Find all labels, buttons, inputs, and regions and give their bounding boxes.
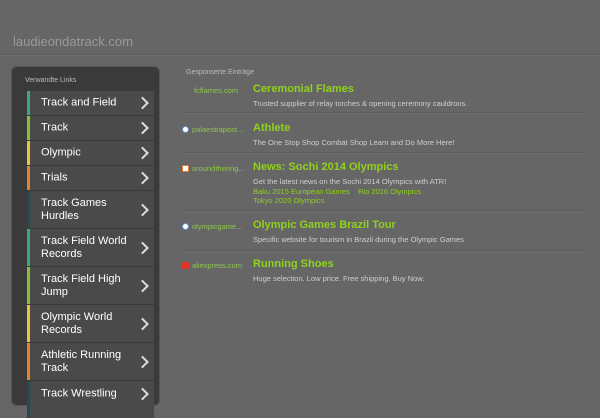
globe-icon (182, 126, 189, 133)
entry-description: Trusted supplier of relay torches & open… (253, 99, 468, 108)
aliexpress-icon (182, 262, 189, 269)
chevron-right-icon (136, 317, 149, 330)
sidebar-item-label: Athletic Running Track (41, 348, 122, 374)
related-links-sidebar: Verwandte Links Track and Field Track Ol… (11, 66, 160, 418)
header: laudieondatrack.com (0, 0, 600, 55)
rss-icon (182, 165, 189, 172)
sidebar-item-label: Trials (41, 171, 68, 184)
chevron-right-icon (136, 387, 149, 401)
sidebar-item-athletic-running-track[interactable]: Athletic Running Track (27, 343, 154, 380)
chevron-right-icon (136, 241, 149, 254)
entry-source[interactable]: palaestrapost... (182, 125, 243, 134)
sidebar-item-track[interactable]: Track (27, 116, 154, 140)
entry-title-link[interactable]: Olympic Games Brazil Tour (253, 219, 396, 231)
entry-sublinks: Baku 2015 European Games Rio 2016 Olympi… (253, 187, 421, 205)
entry-description: Get the latest news on the Sochi 2014 Ol… (253, 177, 447, 186)
sidebar-item-track-field-high-jump[interactable]: Track Field High Jump (27, 267, 154, 304)
sidebar-item-olympic-world-records[interactable]: Olympic World Records (27, 305, 154, 342)
chevron-right-icon (136, 96, 149, 110)
entry-source[interactable]: olympicgame... (182, 222, 242, 231)
sidebar-item-label: Track Games Hurdles (41, 196, 107, 222)
sublink-tokyo-2020[interactable]: Tokyo 2020 Olympics (253, 196, 324, 205)
sponsored-entry: palaestrapost... Athlete The One Stop Sh… (182, 122, 586, 153)
sidebar-item-label: Olympic (41, 146, 81, 159)
entry-description: Huge selection. Low price. Free shipping… (253, 274, 425, 283)
sidebar-item-trials[interactable]: Trials (27, 166, 154, 190)
sublink-baku-2015[interactable]: Baku 2015 European Games (253, 187, 350, 196)
entry-source-label: fcflames.com (194, 86, 239, 95)
entry-source[interactable]: aliexpress.com (182, 261, 242, 270)
site-name[interactable]: laudieondatrack.com (13, 34, 133, 49)
sponsored-entry: aliexpress.com Running Shoes Huge select… (182, 258, 586, 289)
sidebar-item-label: Olympic World Records (41, 310, 113, 336)
sidebar-item-label: Track Wrestling (41, 387, 117, 400)
chevron-right-icon (136, 279, 149, 292)
chevron-right-icon (136, 121, 149, 135)
sponsored-entry: olympicgame... Olympic Games Brazil Tour… (182, 219, 586, 251)
sidebar-item-track-games-hurdles[interactable]: Track Games Hurdles (27, 191, 154, 228)
entry-title-link[interactable]: Ceremonial Flames (253, 83, 354, 95)
sidebar-item-label: Track and Field (41, 96, 117, 109)
sponsored-entries-title: Gesponserte Einträge (186, 69, 255, 76)
entry-description: Specific website for tourism in Brazil d… (253, 235, 464, 244)
entry-title-link[interactable]: Running Shoes (253, 258, 334, 270)
entry-description: The One Stop Shop Combat Shop Learn and … (253, 138, 455, 147)
entry-source-label: aliexpress.com (192, 261, 243, 270)
entry-source-label: aroundthering... (192, 164, 245, 173)
globe-icon (182, 223, 189, 230)
sponsored-entry: aroundthering... News: Sochi 2014 Olympi… (182, 161, 586, 211)
sidebar-item-label: Track Field World Records (41, 234, 127, 260)
entry-source[interactable]: fcflames.com (194, 86, 238, 95)
sidebar-item-label: Track (41, 121, 69, 134)
chevron-right-icon (136, 146, 149, 160)
entry-source[interactable]: aroundthering... (182, 164, 245, 173)
sponsored-entry: fcflames.com Ceremonial Flames Trusted s… (182, 83, 586, 113)
chevron-right-icon (136, 355, 149, 368)
sublink-rio-2016[interactable]: Rio 2016 Olympics (358, 187, 421, 196)
sidebar-title: Verwandte Links (25, 77, 77, 84)
entry-source-label: olympicgame... (192, 222, 243, 231)
entry-source-label: palaestrapost... (192, 125, 244, 134)
chevron-right-icon (136, 203, 149, 216)
sidebar-item-label: Track Field High Jump (41, 272, 121, 298)
entry-title-link[interactable]: Athlete (253, 122, 290, 134)
sidebar-item-olympic[interactable]: Olympic (27, 141, 154, 165)
entry-title-link[interactable]: News: Sochi 2014 Olympics (253, 161, 399, 173)
chevron-right-icon (136, 171, 149, 185)
sidebar-item-track-field-world-records[interactable]: Track Field World Records (27, 229, 154, 266)
sidebar-item-track-and-field[interactable]: Track and Field (27, 91, 154, 115)
